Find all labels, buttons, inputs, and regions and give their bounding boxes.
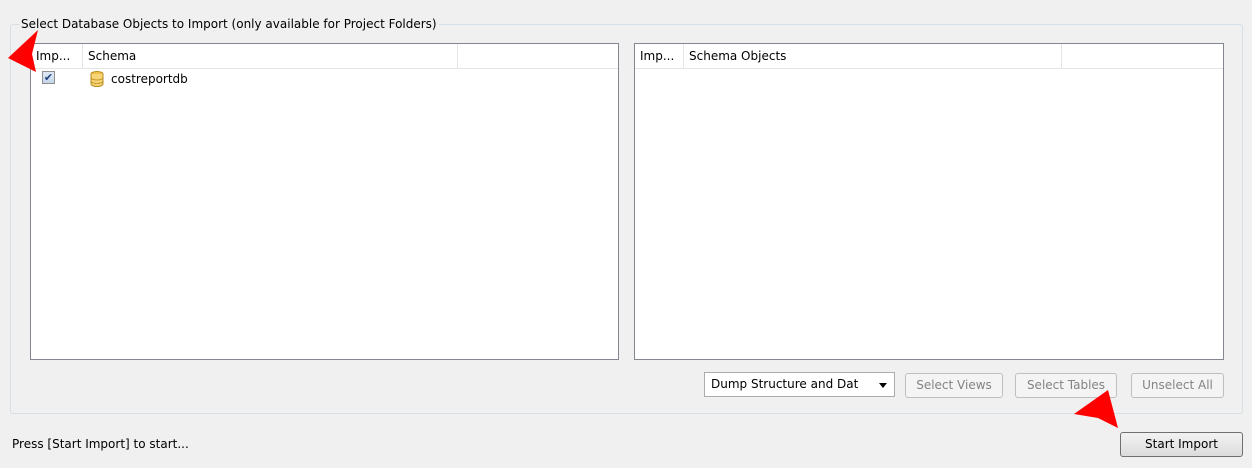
dump-options-select[interactable]: Dump Structure and Dat <box>704 372 895 397</box>
column-header-schema-objects[interactable]: Schema Objects <box>684 44 1062 68</box>
status-text: Press [Start Import] to start... <box>12 437 189 451</box>
schema-table-header: Imp... Schema <box>31 44 618 69</box>
unselect-all-button[interactable]: Unselect All <box>1131 373 1224 398</box>
chevron-down-icon <box>879 383 887 388</box>
dump-options-value: Dump Structure and Dat <box>711 377 859 391</box>
schema-objects-table[interactable]: Imp... Schema Objects <box>634 43 1224 360</box>
table-row[interactable]: ✔ costreportdb <box>31 68 618 90</box>
column-header-import[interactable]: Imp... <box>635 44 684 68</box>
start-import-button[interactable]: Start Import <box>1120 432 1243 457</box>
column-header-schema[interactable]: Schema <box>83 44 458 68</box>
schema-name: costreportdb <box>111 72 188 86</box>
schema-objects-table-header: Imp... Schema Objects <box>635 44 1223 69</box>
import-checkbox[interactable]: ✔ <box>42 71 55 84</box>
select-views-button[interactable]: Select Views <box>905 373 1003 398</box>
schema-list-table[interactable]: Imp... Schema ✔ costreportdb <box>30 43 619 360</box>
annotation-arrow-icon <box>8 30 38 72</box>
group-title: Select Database Objects to Import (only … <box>19 16 439 32</box>
annotation-arrow-icon <box>1074 390 1118 428</box>
database-icon <box>90 71 104 87</box>
